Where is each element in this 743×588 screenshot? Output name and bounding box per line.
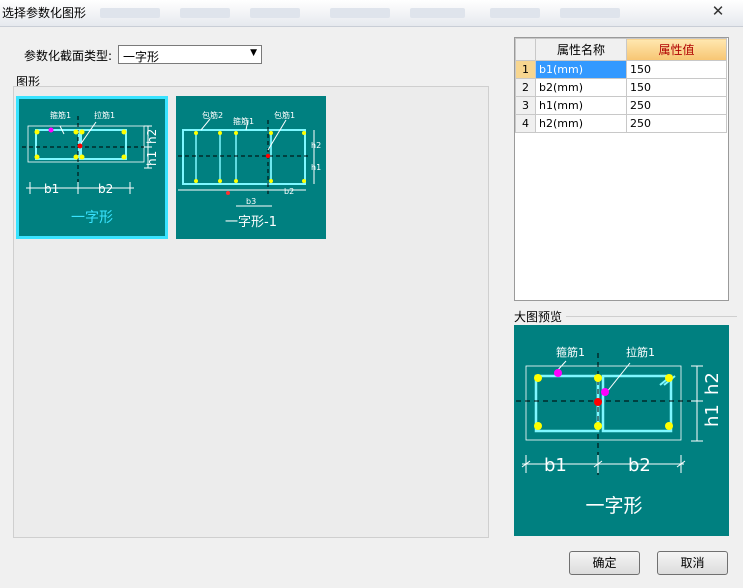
property-row[interactable]: 3 h1(mm) 250 xyxy=(515,96,727,115)
shape-gallery: 箍筋1 拉筋1 b1 b2 h1 h2 一字形 包筋2 箍筋1 包筋1 b3 b… xyxy=(13,86,489,538)
background-window-ghost xyxy=(250,8,300,18)
yizi-1-thumb-caption: 一字形-1 xyxy=(225,215,277,230)
preview-dim-b1: b1 xyxy=(544,455,567,476)
property-name: b1(mm) xyxy=(535,60,627,79)
background-window-ghost xyxy=(100,8,160,18)
preview-tag-stirrup: 箍筋1 xyxy=(556,345,585,359)
preview-dim-h2: h2 xyxy=(702,372,723,395)
header-name[interactable]: 属性名称 xyxy=(535,38,627,61)
ok-button[interactable]: 确定 xyxy=(569,551,640,575)
property-row[interactable]: 1 b1(mm) 150 xyxy=(515,60,727,79)
yizi-1-thumb-dim-b3: b3 xyxy=(246,197,256,206)
preview-figure: 箍筋1 拉筋1 b1 b2 h1 h2 一字形 xyxy=(516,345,723,517)
yizi-1-thumb-dim-b2: b2 xyxy=(284,187,294,196)
yizi-1-thumb-figure: 包筋2 箍筋1 包筋1 b3 b2 h2 h1 一字形-1 xyxy=(178,110,321,230)
property-name: b2(mm) xyxy=(535,78,627,97)
property-value[interactable]: 150 xyxy=(626,60,727,79)
preview-dim-h1: h1 xyxy=(702,404,723,427)
property-value[interactable]: 250 xyxy=(626,96,727,115)
property-grid[interactable]: 属性名称 属性值 1 b1(mm) 150 2 b2(mm) 150 3 h1(… xyxy=(514,37,729,301)
close-button[interactable]: ✕ xyxy=(700,2,736,20)
yizi-thumb-tag-stirrup: 箍筋1 xyxy=(50,110,71,120)
chevron-down-icon[interactable]: ▼ xyxy=(250,48,257,58)
background-window-ghost xyxy=(410,8,465,18)
background-window-ghost xyxy=(490,8,540,18)
preview-tag-tie: 拉筋1 xyxy=(626,345,655,359)
property-header-row: 属性名称 属性值 xyxy=(515,38,727,61)
yizi-thumb-dim-h2: h2 xyxy=(145,129,159,144)
header-value[interactable]: 属性值 xyxy=(626,38,727,61)
property-table: 属性名称 属性值 1 b1(mm) 150 2 b2(mm) 150 3 h1(… xyxy=(515,38,727,133)
property-row[interactable]: 2 b2(mm) 150 xyxy=(515,78,727,97)
preview-dim-b2: b2 xyxy=(628,455,651,476)
row-number: 1 xyxy=(515,60,536,79)
yizi-thumb-dim-h1: h1 xyxy=(145,151,159,166)
property-name: h2(mm) xyxy=(535,114,627,133)
row-number: 2 xyxy=(515,78,536,97)
background-window-ghost xyxy=(560,8,620,18)
header-corner xyxy=(515,38,536,61)
window-title: 选择参数化图形 xyxy=(2,6,87,20)
section-type-select[interactable]: 一字形 ▼ xyxy=(118,45,262,64)
shape-thumb-yizi[interactable]: 箍筋1 拉筋1 b1 b2 h1 h2 一字形 xyxy=(16,96,168,239)
preview-label: 大图预览 xyxy=(514,310,563,324)
yizi-thumb-figure: 箍筋1 拉筋1 b1 b2 h1 h2 一字形 xyxy=(22,110,159,226)
title-bar: 选择参数化图形 ✕ xyxy=(0,0,743,27)
yizi-1-thumb-dim-h1: h1 xyxy=(311,163,321,172)
row-number: 3 xyxy=(515,96,536,115)
cancel-button[interactable]: 取消 xyxy=(657,551,728,575)
property-name: h1(mm) xyxy=(535,96,627,115)
background-window-ghost xyxy=(330,8,390,18)
section-type-value: 一字形 xyxy=(123,50,160,64)
preview-caption: 一字形 xyxy=(585,495,642,517)
row-number: 4 xyxy=(515,114,536,133)
preview-divider xyxy=(566,316,737,317)
section-type-label: 参数化截面类型: xyxy=(24,49,113,63)
yizi-1-thumb-tag-wrap2: 包筋2 xyxy=(202,110,223,120)
property-value[interactable]: 250 xyxy=(626,114,727,133)
yizi-thumb-caption: 一字形 xyxy=(71,210,113,226)
property-row[interactable]: 4 h2(mm) 250 xyxy=(515,114,727,133)
property-value[interactable]: 150 xyxy=(626,78,727,97)
yizi-thumb-tag-tie: 拉筋1 xyxy=(94,110,115,120)
yizi-1-thumb-tag-stirrup: 箍筋1 xyxy=(233,116,254,126)
yizi-thumb-dim-b1: b1 xyxy=(44,182,59,196)
shape-thumb-yizi-1[interactable]: 包筋2 箍筋1 包筋1 b3 b2 h2 h1 一字形-1 xyxy=(176,96,326,239)
yizi-thumb-dim-b2: b2 xyxy=(98,182,113,196)
yizi-1-thumb-tag-wrap1: 包筋1 xyxy=(274,110,295,120)
preview-panel: 箍筋1 拉筋1 b1 b2 h1 h2 一字形 xyxy=(514,325,729,536)
yizi-1-thumb-dim-h2: h2 xyxy=(311,141,321,150)
background-window-ghost xyxy=(180,8,230,18)
